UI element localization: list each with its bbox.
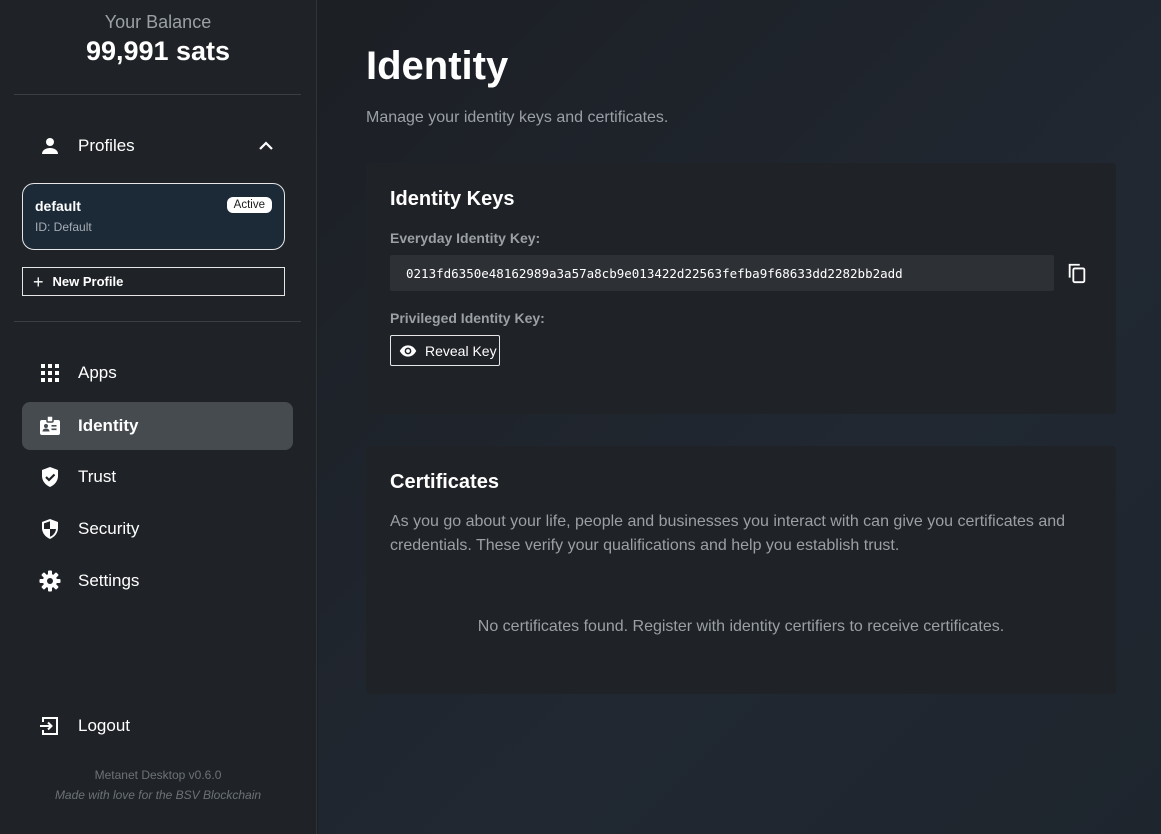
sidebar-divider	[14, 94, 301, 95]
profile-card-default[interactable]: default ID: Default Active	[22, 183, 285, 250]
identity-keys-title: Identity Keys	[390, 188, 515, 210]
logout-label: Logout	[78, 716, 130, 735]
shield-half-icon	[38, 517, 62, 541]
grid-icon	[38, 361, 62, 385]
person-icon	[38, 134, 62, 158]
page-subtitle: Manage your identity keys and certificat…	[366, 109, 669, 126]
eye-icon	[399, 342, 417, 360]
certificates-description: As you go about your life, people and bu…	[390, 513, 1066, 554]
nav-label-security: Security	[78, 519, 140, 538]
nav-label-settings: Settings	[78, 571, 140, 590]
main-content: Identity Manage your identity keys and c…	[318, 0, 1161, 834]
gear-icon	[38, 569, 62, 593]
nav-label-apps: Apps	[78, 363, 117, 382]
active-badge: Active	[226, 197, 272, 213]
app-version: Metanet Desktop v0.6.0	[94, 768, 222, 782]
copy-icon[interactable]	[1066, 262, 1088, 284]
new-profile-button[interactable]: + New Profile	[22, 267, 285, 296]
everyday-key-value[interactable]: 0213fd6350e48162989a3a57a8cb9e013422d225…	[390, 255, 1054, 291]
profile-id: ID: Default	[35, 220, 92, 234]
privileged-key-label: Privileged Identity Key:	[390, 310, 545, 326]
logout-icon	[38, 714, 62, 738]
nav-label-identity: Identity	[78, 416, 139, 435]
balance-value: 99,991 sats	[85, 36, 231, 66]
balance-label: Your Balance	[104, 12, 212, 32]
profiles-toggle[interactable]: Profiles	[22, 128, 292, 164]
reveal-key-label: Reveal Key	[425, 342, 497, 359]
chevron-up-icon[interactable]	[256, 136, 276, 156]
nav-item-settings[interactable]: Settings	[22, 557, 293, 605]
shield-check-icon	[38, 465, 62, 489]
page-title: Identity	[366, 44, 509, 88]
nav-item-apps[interactable]: Apps	[22, 349, 293, 397]
sidebar-divider	[14, 321, 301, 322]
certificates-empty-message: No certificates found. Register with ide…	[477, 618, 1005, 635]
nav-item-security[interactable]: Security	[22, 505, 293, 553]
profiles-label: Profiles	[78, 136, 135, 155]
everyday-key-label: Everyday Identity Key:	[390, 230, 541, 246]
certificates-title: Certificates	[390, 471, 499, 493]
new-profile-label: New Profile	[52, 274, 124, 289]
logout-button[interactable]: Logout	[22, 702, 293, 750]
app-tagline: Made with love for the BSV Blockchain	[54, 788, 262, 802]
nav-label-trust: Trust	[78, 467, 117, 486]
identity-keys-card: Identity Keys Everyday Identity Key: 021…	[366, 163, 1116, 414]
certificates-card: Certificates As you go about your life, …	[366, 446, 1116, 694]
nav-item-identity[interactable]: Identity	[22, 402, 293, 450]
badge-icon	[38, 414, 62, 438]
reveal-key-button[interactable]: Reveal Key	[390, 335, 500, 366]
nav-item-trust[interactable]: Trust	[22, 453, 293, 501]
profile-name: default	[35, 198, 81, 214]
sidebar: Your Balance 99,991 sats Profiles defaul…	[0, 0, 317, 834]
plus-icon: +	[33, 271, 44, 292]
